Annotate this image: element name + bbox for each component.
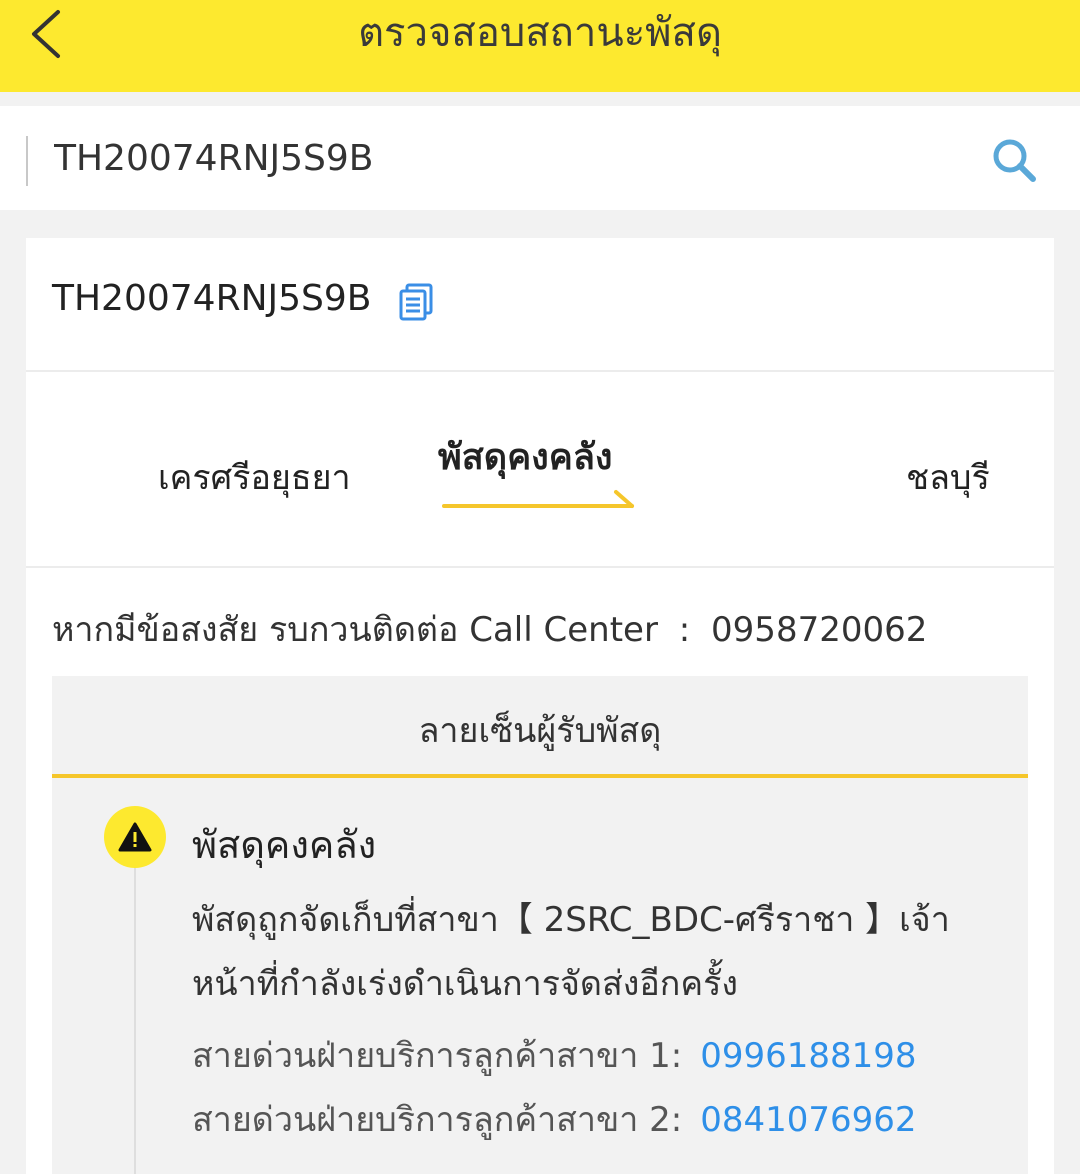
event-description: พัสดุถูกจัดเก็บที่สาขา【 2SRC_BDC-ศรีราชา… xyxy=(192,900,950,1004)
call-center-label: หากมีข้อสงสัย รบกวนติดต่อ Call Center xyxy=(52,610,658,650)
page-title: ตรวจสอบสถานะพัสดุ xyxy=(358,10,722,56)
hotline-row: สายด่วนฝ่ายบริการลูกค้าสาขา 1: 0996188198 xyxy=(192,1028,917,1082)
timeline-line xyxy=(134,846,136,1174)
hotline-row: สายด่วนฝ่ายบริการลูกค้าสาขา 2: 0841076962 xyxy=(192,1092,917,1146)
route-row: เครศรีอยุธยา พัสดุคงคลัง ชลบุรี xyxy=(26,372,1054,568)
hotline-phone-link[interactable]: 0841076962 xyxy=(700,1100,916,1140)
copy-button[interactable] xyxy=(396,282,436,322)
app-header: ตรวจสอบสถานะพัสดุ xyxy=(0,0,1080,92)
route-status: พัสดุคงคลัง xyxy=(438,437,613,478)
tracking-number: TH20074RNJ5S9B xyxy=(52,278,372,319)
signature-tab[interactable]: ลายเซ็นผู้รับพัสดุ xyxy=(52,676,1028,778)
event-title: พัสดุคงคลัง xyxy=(192,823,377,867)
hotline-phone-link[interactable]: 0996188198 xyxy=(700,1036,916,1076)
arrow-right-icon xyxy=(442,490,634,508)
timeline-status-marker xyxy=(104,806,166,868)
warning-icon xyxy=(118,822,152,852)
parcel-card: TH20074RNJ5S9B เครศรีอยุธยา พัสดุคงคลัง … xyxy=(26,238,1054,1174)
signature-panel: ลายเซ็นผู้รับพัสดุ พัสดุคงคลัง พัสดุถูกจ… xyxy=(52,676,1028,1174)
search-icon xyxy=(993,139,1036,182)
search-button[interactable] xyxy=(986,132,1042,188)
text-cursor xyxy=(26,136,28,186)
route-origin: เครศรีอยุธยา xyxy=(158,458,351,498)
call-center-line: หากมีข้อสงสัย รบกวนติดต่อ Call Center : … xyxy=(52,602,1052,656)
call-center-phone[interactable]: 0958720062 xyxy=(711,610,927,650)
search-bar xyxy=(0,106,1080,210)
tracking-row: TH20074RNJ5S9B xyxy=(26,238,1054,372)
hotline-label: สายด่วนฝ่ายบริการลูกค้าสาขา 1: xyxy=(192,1036,683,1076)
call-center-separator: : xyxy=(678,610,691,650)
hotline-label: สายด่วนฝ่ายบริการลูกค้าสาขา 2: xyxy=(192,1100,683,1140)
tracking-search-input[interactable] xyxy=(54,128,934,188)
route-destination: ชลบุรี xyxy=(906,458,990,498)
copy-icon xyxy=(399,283,433,321)
